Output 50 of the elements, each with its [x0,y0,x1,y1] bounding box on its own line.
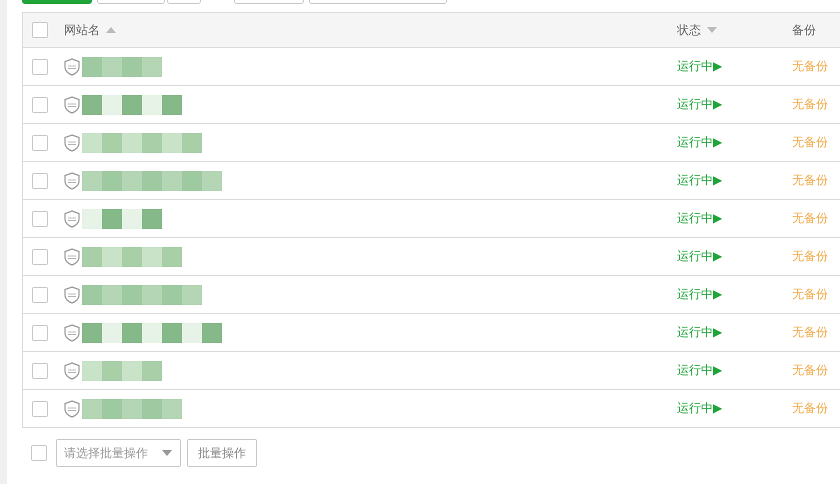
checkbox[interactable] [32,362,48,378]
backup-link[interactable]: 无备份 [792,96,828,113]
checkbox[interactable] [32,248,48,264]
sort-icon[interactable] [707,27,717,33]
backup-link[interactable]: 无备份 [792,134,828,151]
backup-link[interactable]: 无备份 [792,58,828,75]
status-link[interactable]: 运行中▶ [677,324,722,341]
status-link[interactable]: 运行中▶ [677,210,722,227]
backup-link[interactable]: 无备份 [792,172,828,189]
status-link[interactable]: 运行中▶ [677,248,722,265]
column-header[interactable]: 网站名 [64,22,100,38]
checkbox[interactable] [32,22,48,38]
checkbox[interactable] [32,96,48,112]
sort-icon[interactable] [106,27,116,33]
checkbox[interactable] [32,324,48,340]
backup-link[interactable]: 无备份 [792,286,828,303]
batch-select[interactable]: 请选择批量操作 [56,439,181,467]
checkbox[interactable] [32,286,48,302]
checkbox[interactable] [32,58,48,74]
column-header[interactable]: 备份 [792,22,816,36]
checkbox[interactable] [31,445,47,461]
checkbox[interactable] [32,134,48,150]
batch-button[interactable]: 批量操作 [187,439,257,467]
status-link[interactable]: 运行中▶ [677,362,722,379]
shield-icon [64,248,80,266]
status-link[interactable]: 运行中▶ [677,286,722,303]
shield-icon [64,96,80,114]
status-link[interactable]: 运行中▶ [677,400,722,417]
shield-icon [64,58,80,76]
backup-link[interactable]: 无备份 [792,400,828,417]
shield-icon [64,362,80,380]
shield-icon [64,286,80,304]
backup-link[interactable]: 无备份 [792,362,828,379]
shield-icon [64,324,80,342]
backup-link[interactable]: 无备份 [792,324,828,341]
status-link[interactable]: 运行中▶ [677,172,722,189]
status-link[interactable]: 运行中▶ [677,58,722,75]
backup-link[interactable]: 无备份 [792,248,828,265]
checkbox[interactable] [32,210,48,226]
shield-icon [64,400,80,418]
status-link[interactable]: 运行中▶ [677,134,722,151]
shield-icon [64,210,80,228]
shield-icon [64,134,80,152]
caret-icon [162,450,172,456]
checkbox[interactable] [32,400,48,416]
backup-link[interactable]: 无备份 [792,210,828,227]
status-link[interactable]: 运行中▶ [677,96,722,113]
shield-icon [64,172,80,190]
checkbox[interactable] [32,172,48,188]
column-header[interactable]: 状态 [677,22,701,38]
